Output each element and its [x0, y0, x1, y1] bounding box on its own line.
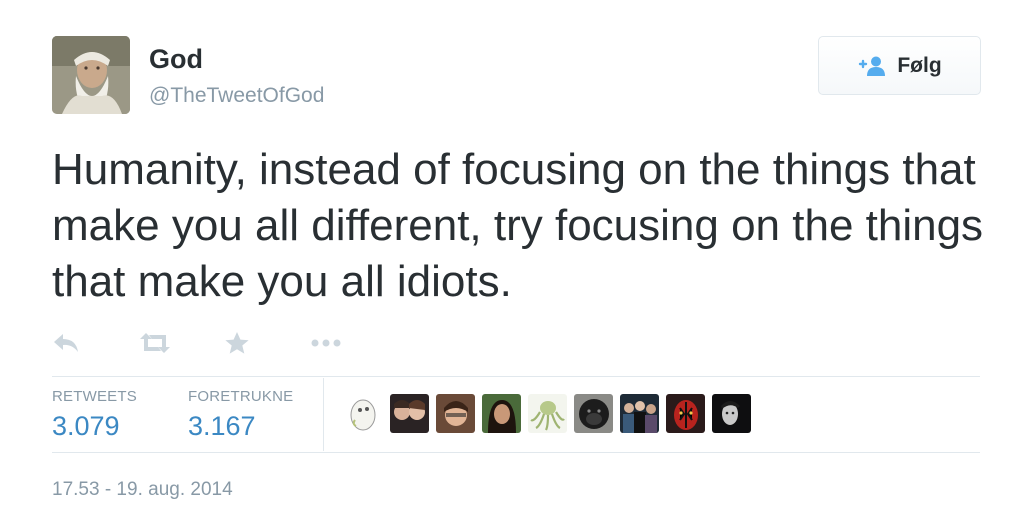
- stats-bottom-divider: [52, 452, 980, 453]
- retweet-icon: [138, 332, 172, 354]
- couple-avatar[interactable]: [390, 394, 429, 433]
- add-person-icon: [857, 55, 887, 77]
- more-button[interactable]: [310, 338, 396, 348]
- reply-icon: [52, 332, 80, 354]
- retweets-label: RETWEETS: [52, 388, 137, 405]
- star-icon: [224, 331, 250, 355]
- more-dots-icon: [310, 338, 342, 348]
- stats-separator: [323, 378, 324, 451]
- darth-maul-avatar[interactable]: [666, 394, 705, 433]
- woman-avatar[interactable]: [482, 394, 521, 433]
- favorited-by-avatars: [344, 394, 751, 433]
- follow-button[interactable]: Følg: [818, 36, 981, 95]
- retweets-count: 3.079: [52, 411, 120, 441]
- favorite-button[interactable]: [224, 331, 310, 355]
- group-avatar[interactable]: [620, 394, 659, 433]
- gorilla-avatar[interactable]: [574, 394, 613, 433]
- follow-button-label: Følg: [897, 53, 942, 77]
- tweet-timestamp[interactable]: 17.53 - 19. aug. 2014: [52, 479, 233, 501]
- young-man-avatar[interactable]: [436, 394, 475, 433]
- stats-top-divider: [52, 376, 980, 377]
- tweet-card: God @TheTweetOfGod Følg Humanity, instea…: [0, 0, 1024, 531]
- reply-button[interactable]: [52, 332, 138, 354]
- favorites-count: 3.167: [188, 411, 256, 441]
- dark-portrait-avatar[interactable]: [712, 394, 751, 433]
- tweet-actions: [52, 326, 396, 360]
- author-handle[interactable]: @TheTweetOfGod: [149, 84, 324, 108]
- author-name[interactable]: God: [149, 44, 203, 75]
- favorites-label: FORETRUKNE: [188, 388, 294, 405]
- octopus-avatar[interactable]: [528, 394, 567, 433]
- retweet-button[interactable]: [138, 332, 224, 354]
- egg-avatar[interactable]: [344, 394, 383, 433]
- tweet-text: Humanity, instead of focusing on the thi…: [52, 145, 984, 306]
- retweets-stat[interactable]: RETWEETS 3.079: [52, 388, 137, 442]
- author-avatar[interactable]: [52, 36, 130, 114]
- favorites-stat[interactable]: FORETRUKNE 3.167: [188, 388, 293, 442]
